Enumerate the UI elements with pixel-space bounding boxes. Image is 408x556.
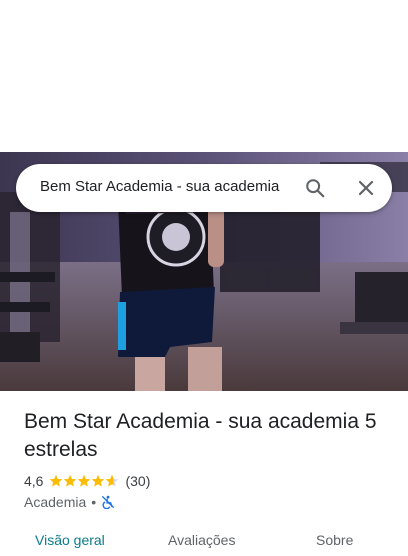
search-icon[interactable] xyxy=(304,177,326,199)
star-icon xyxy=(106,474,119,487)
map-blank-area xyxy=(0,0,408,152)
tab-reviews[interactable]: Avaliações xyxy=(168,532,235,548)
search-bar[interactable]: Bem Star Academia - sua academia xyxy=(16,164,392,212)
place-title: Bem Star Academia - sua academia 5 estre… xyxy=(24,410,377,461)
close-icon[interactable] xyxy=(356,178,376,198)
tab-bar: Visão geral Avaliações Sobre xyxy=(0,526,408,556)
rating-stars xyxy=(49,474,119,488)
separator-dot: • xyxy=(91,494,97,510)
rating-value: 4,6 xyxy=(24,473,44,489)
star-icon xyxy=(64,474,77,487)
category-row: Academia • xyxy=(24,493,115,511)
rating-row[interactable]: 4,6 (30) xyxy=(24,472,150,490)
search-input[interactable]: Bem Star Academia - sua academia xyxy=(40,178,304,195)
review-count[interactable]: (30) xyxy=(125,473,150,489)
star-icon xyxy=(50,474,63,487)
not-accessible-icon xyxy=(102,495,115,509)
category-label: Academia xyxy=(24,494,87,510)
tab-overview[interactable]: Visão geral xyxy=(35,532,105,548)
tab-about[interactable]: Sobre xyxy=(316,532,353,548)
star-icon xyxy=(92,474,105,487)
star-icon xyxy=(78,474,91,487)
